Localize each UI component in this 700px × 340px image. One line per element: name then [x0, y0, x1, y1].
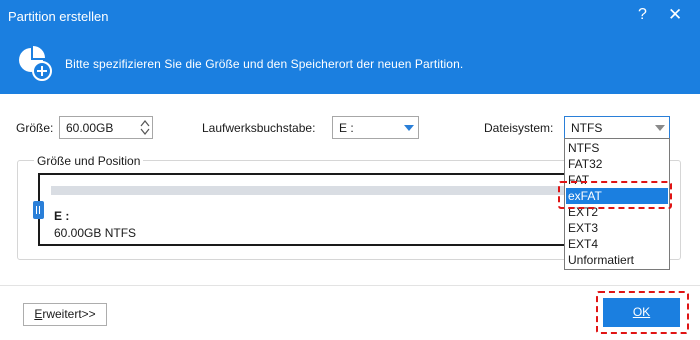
- filesystem-label: Dateisystem:: [484, 121, 554, 135]
- partition-info: 60.00GB NTFS: [54, 226, 137, 240]
- close-button[interactable]: ✕: [668, 5, 682, 25]
- partition-add-icon: [19, 46, 52, 81]
- filesystem-option[interactable]: FAT32: [566, 156, 668, 172]
- chevron-down-icon: [404, 125, 414, 131]
- drive-letter-select[interactable]: E :: [332, 116, 419, 139]
- advanced-button[interactable]: Erweitert>>: [23, 303, 107, 326]
- header-banner: Bitte spezifizieren Sie die Größe und de…: [0, 34, 700, 94]
- spin-arrows-icon[interactable]: [140, 119, 150, 136]
- size-label: Größe:: [16, 121, 54, 135]
- size-value: 60.00GB: [66, 121, 114, 135]
- advanced-button-label: rweitert>>: [42, 307, 96, 321]
- group-title: Größe und Position: [34, 154, 144, 168]
- partition-usage-bar: [51, 186, 581, 195]
- filesystem-select[interactable]: NTFS: [564, 116, 670, 139]
- filesystem-option[interactable]: EXT3: [566, 220, 668, 236]
- drive-letter-value: E :: [339, 121, 354, 135]
- filesystem-value: NTFS: [571, 121, 603, 135]
- header-description: Bitte spezifizieren Sie die Größe und de…: [65, 57, 464, 71]
- drive-letter-label: Laufwerksbuchstabe:: [202, 121, 316, 135]
- chevron-down-icon: [655, 125, 665, 131]
- help-button[interactable]: ?: [638, 6, 647, 24]
- filesystem-option[interactable]: Unformatiert: [566, 252, 668, 268]
- resize-handle[interactable]: [33, 201, 44, 219]
- partition-letter: E :: [54, 209, 70, 223]
- filesystem-option[interactable]: EXT4: [566, 236, 668, 252]
- size-spinbox[interactable]: 60.00GB: [59, 116, 153, 139]
- window-title: Partition erstellen: [8, 9, 109, 24]
- filesystem-option[interactable]: NTFS: [566, 140, 668, 156]
- highlight-outline-ok: [596, 291, 689, 334]
- highlight-outline-exfat: [558, 181, 672, 209]
- footer-divider: [0, 285, 700, 286]
- title-bar: Partition erstellen ? ✕: [0, 0, 700, 34]
